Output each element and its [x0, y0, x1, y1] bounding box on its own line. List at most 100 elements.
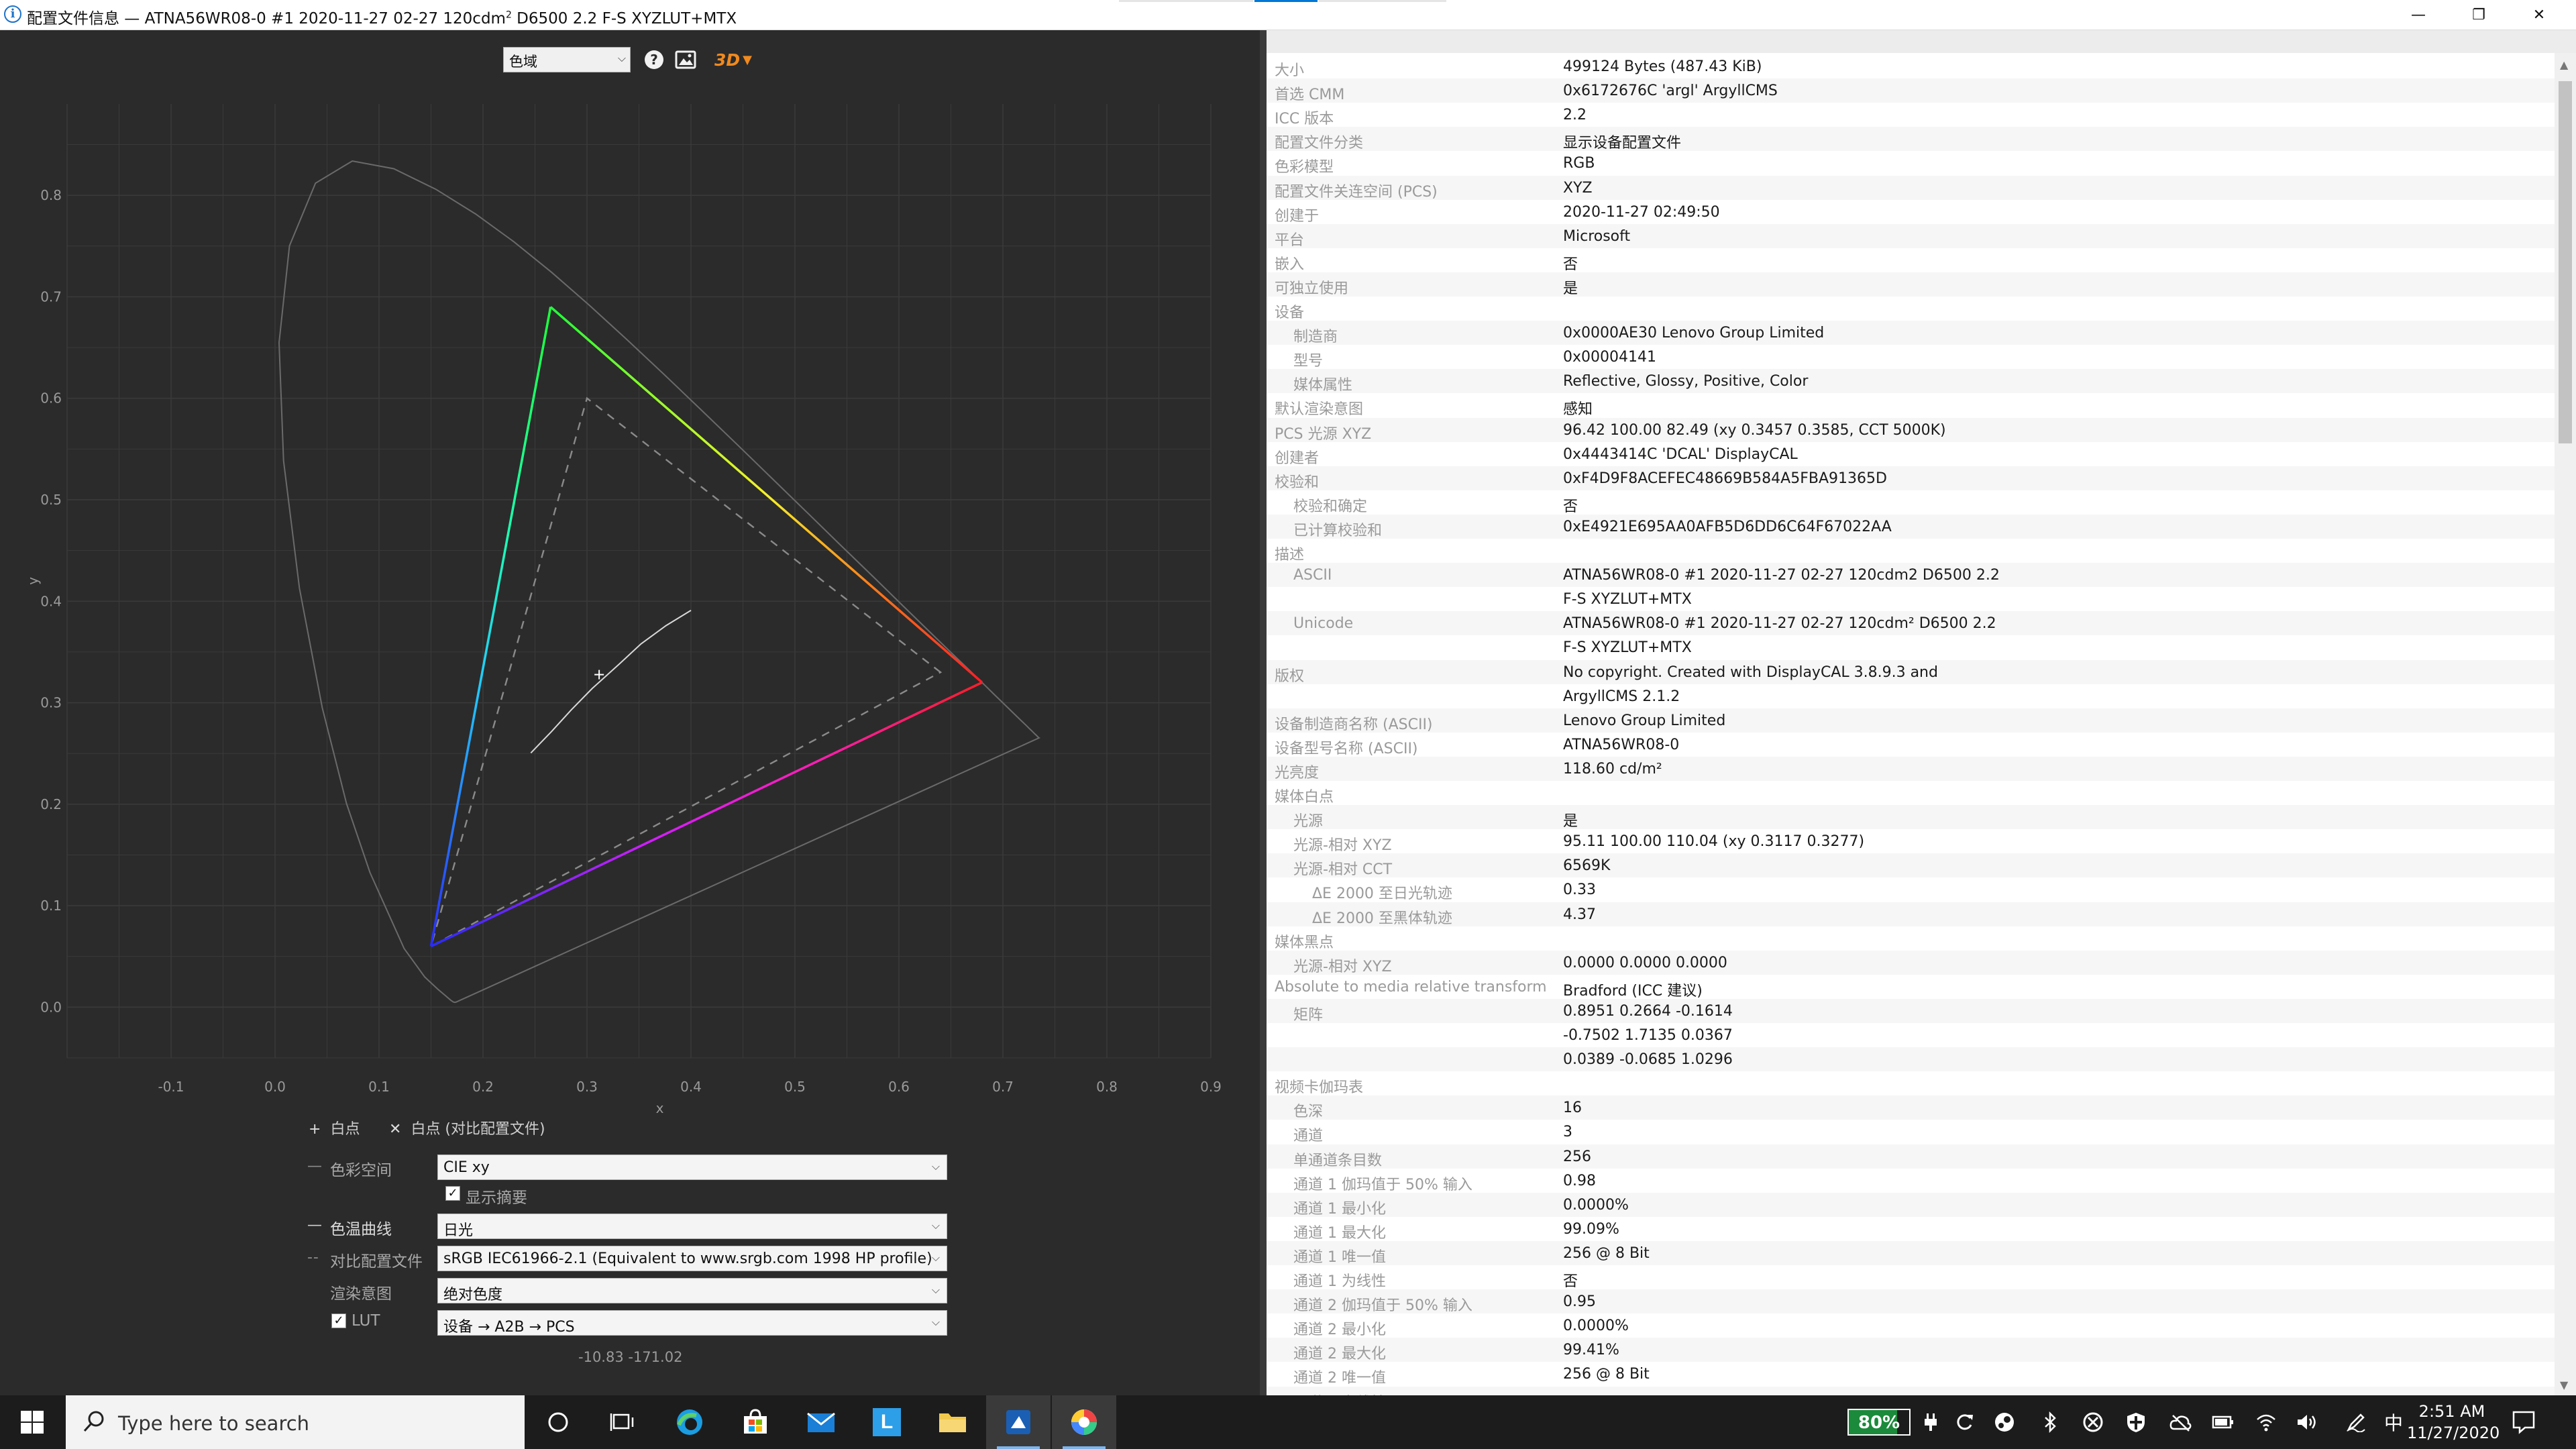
lut-select[interactable]: 设备 → A2B → PCS ⌵ — [437, 1310, 947, 1336]
info-row: 通道 2 伽玛值于 50% 输入 0.95 — [1267, 1289, 2555, 1314]
pen-icon[interactable] — [2343, 1407, 2369, 1437]
xbox-icon[interactable] — [2080, 1407, 2106, 1437]
battery-tray-icon[interactable] — [2210, 1407, 2237, 1437]
title-accent-bar-left — [1119, 0, 1253, 2]
3d-view-button[interactable]: 3D ▼ — [710, 48, 757, 72]
window-title: 配置文件信息 — ATNA56WR08-0 #1 2020-11-27 02-2… — [27, 5, 737, 28]
info-panel-header — [1267, 30, 2576, 53]
info-row: 光源-相对 XYZ 0.0000 0.0000 0.0000 — [1267, 950, 2555, 975]
info-value: 0x4443414C 'DCAL' DisplayCAL — [1563, 445, 1798, 463]
start-button[interactable] — [0, 1395, 64, 1449]
refresh-icon[interactable] — [1952, 1407, 1976, 1437]
info-key: 光亮度 — [1275, 764, 1320, 782]
vertical-scrollbar[interactable]: ▲ ▼ — [2555, 53, 2576, 1395]
taskbar-search[interactable]: Type here to search — [66, 1395, 525, 1449]
ime-indicator[interactable]: 中 — [2380, 1407, 2407, 1437]
info-key: 创建者 — [1275, 449, 1320, 467]
battery-percent: 80% — [1858, 1413, 1900, 1433]
color-space-dash: — — [307, 1158, 322, 1175]
info-row: Absolute to media relative transform Brad… — [1267, 975, 2555, 1000]
maximize-button[interactable]: ❐ — [2449, 0, 2509, 30]
info-value: 否 — [1563, 1391, 1578, 1396]
battery-indicator[interactable]: 80% — [1847, 1409, 1911, 1436]
system-clock[interactable]: 2:51 AM 11/27/2020 — [2407, 1401, 2500, 1444]
lut-checkbox[interactable]: ✓ — [331, 1313, 346, 1328]
panel-splitter[interactable] — [1260, 30, 1267, 1395]
info-value: -0.7502 1.7135 0.0367 — [1563, 1027, 1733, 1044]
rendering-intent-select[interactable]: 绝对色度 ⌵ — [437, 1278, 947, 1303]
info-key: 通道 1 伽玛值于 50% 输入 — [1293, 1176, 1472, 1193]
view-select[interactable]: 色域 ⌵ — [503, 47, 631, 72]
temp-curve-select[interactable]: 日光 ⌵ — [437, 1214, 947, 1239]
image-icon[interactable] — [674, 48, 698, 72]
windows-logo-icon — [21, 1411, 44, 1434]
info-row: 配置文件分类 显示设备配置文件 — [1267, 127, 2555, 152]
info-value: 否 — [1563, 498, 1578, 515]
cortana-button[interactable] — [526, 1395, 590, 1449]
minimize-button[interactable]: — — [2388, 0, 2449, 30]
info-row: 大小 499124 Bytes (487.43 KiB) — [1267, 54, 2555, 79]
info-key: 通道 1 为线性 — [1293, 1273, 1386, 1290]
taskbar-profile-info[interactable] — [1052, 1395, 1116, 1449]
notification-icon[interactable] — [2510, 1409, 2537, 1436]
chevron-down-icon: ⌵ — [931, 1316, 940, 1328]
taskbar-mail[interactable] — [789, 1395, 853, 1449]
info-key: ASCII — [1293, 567, 1332, 584]
info-value: 95.11 100.00 110.04 (xy 0.3117 0.3277) — [1563, 833, 1865, 851]
info-row: -0.7502 1.7135 0.0367 — [1267, 1023, 2555, 1047]
defender-icon[interactable] — [2123, 1407, 2149, 1437]
search-placeholder: Type here to search — [118, 1412, 310, 1435]
show-summary-checkbox[interactable]: ✓ — [445, 1186, 460, 1201]
taskbar-edge[interactable] — [657, 1395, 722, 1449]
3d-view-label: 3D — [714, 50, 741, 70]
info-value: 0x6172676C 'argl' ArgyllCMS — [1563, 83, 1778, 100]
wifi-icon[interactable] — [2253, 1407, 2279, 1437]
scroll-down-icon[interactable]: ▼ — [2560, 1379, 2568, 1391]
info-row: 描述 — [1267, 539, 2555, 564]
info-key: 色彩模型 — [1275, 159, 1334, 176]
info-value: ArgyllCMS 2.1.2 — [1563, 688, 1680, 705]
info-value: 否 — [1563, 1273, 1578, 1290]
info-key: 通道 2 最大化 — [1293, 1346, 1386, 1363]
info-row: 创建者 0x4443414C 'DCAL' DisplayCAL — [1267, 442, 2555, 467]
bluetooth-icon[interactable] — [2038, 1407, 2062, 1437]
title-accent-bar-right — [1319, 0, 1446, 2]
taskbar-app-l[interactable]: L — [855, 1395, 919, 1449]
help-icon[interactable]: ? — [642, 48, 666, 72]
taskbar-file-explorer[interactable] — [920, 1395, 985, 1449]
info-row: 已计算校验和 0xE4921E695AA0AFB5D6DD6C64F67022AA — [1267, 514, 2555, 539]
taskbar-displaycal[interactable] — [986, 1395, 1051, 1449]
scrollbar-thumb[interactable] — [2559, 81, 2572, 443]
color-space-label: 色彩空间 — [330, 1162, 392, 1179]
info-value: 99.09% — [1563, 1220, 1619, 1238]
steam-icon[interactable] — [1991, 1407, 2018, 1437]
info-key: 光源 — [1293, 813, 1324, 830]
info-value: RGB — [1563, 155, 1595, 172]
cloud-offline-icon[interactable] — [2167, 1407, 2194, 1437]
info-value: 0x0000AE30 Lenovo Group Limited — [1563, 325, 1825, 342]
compare-profile-select[interactable]: sRGB IEC61966-2.1 (Equivalent to www.srg… — [437, 1246, 947, 1271]
info-key: 媒体白点 — [1275, 789, 1334, 806]
plug-icon[interactable] — [1919, 1407, 1943, 1437]
taskbar-store[interactable] — [723, 1395, 788, 1449]
info-value: 118.60 cd/m² — [1563, 760, 1662, 777]
x-marker-icon: ✕ — [389, 1121, 402, 1138]
info-value: 0.0000% — [1563, 1196, 1629, 1214]
info-key: ΔE 2000 至日光轨迹 — [1312, 885, 1452, 903]
info-key: 设备 — [1275, 305, 1305, 321]
x-tick-label: 0.9 — [1200, 1079, 1222, 1095]
volume-icon[interactable] — [2293, 1407, 2320, 1437]
info-row: 媒体黑点 — [1267, 926, 2555, 951]
compare-profile-label: 对比配置文件 — [330, 1253, 423, 1271]
info-value: XYZ — [1563, 179, 1593, 197]
lut-value: 设备 → A2B → PCS — [443, 1319, 575, 1336]
close-button[interactable]: ✕ — [2509, 0, 2569, 30]
spectral-locus — [278, 160, 1041, 1004]
color-space-select[interactable]: CIE xy ⌵ — [437, 1155, 947, 1180]
info-key: 校验和确定 — [1293, 498, 1368, 515]
info-key: Unicode — [1293, 615, 1354, 633]
scroll-up-icon[interactable]: ▲ — [2560, 58, 2568, 71]
task-view-button[interactable] — [590, 1395, 655, 1449]
info-key: 媒体属性 — [1293, 377, 1353, 394]
svg-text:?: ? — [650, 52, 658, 68]
